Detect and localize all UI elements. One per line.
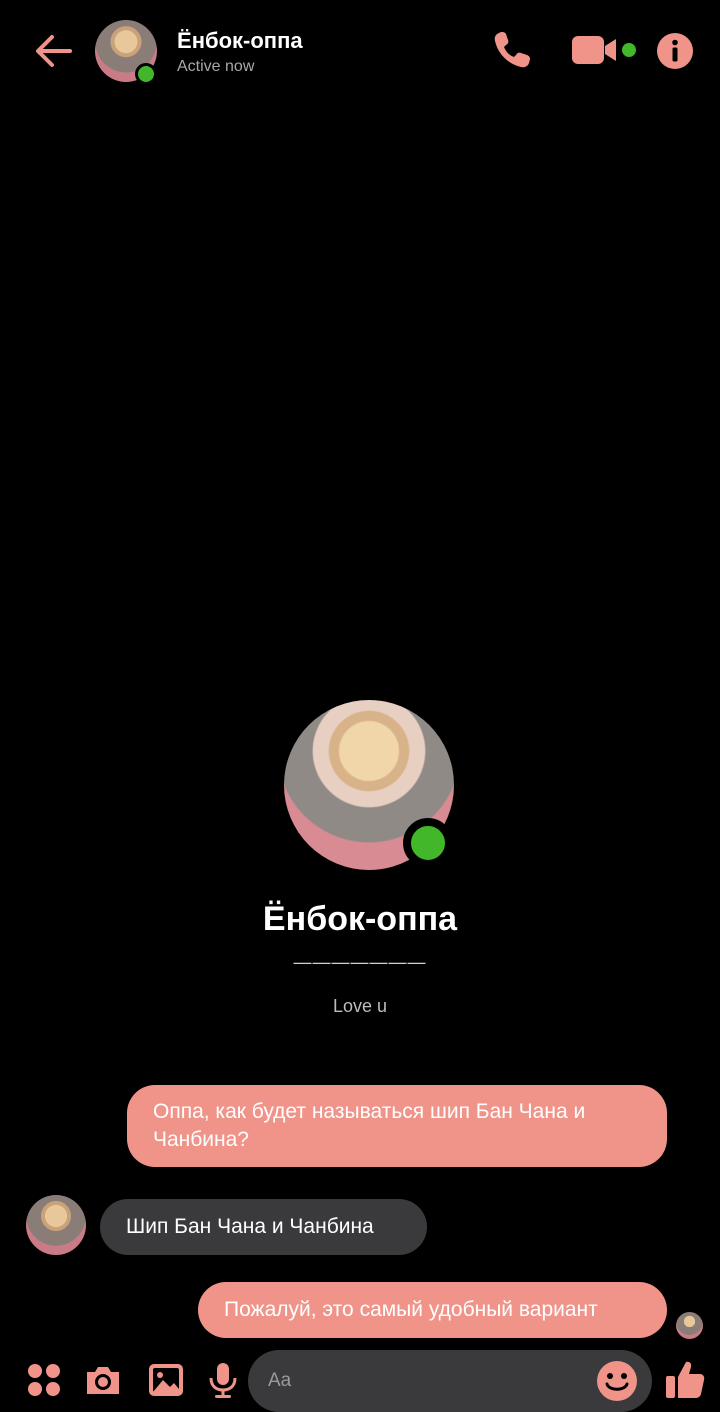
outgoing-message[interactable]: Оппа, как будет называться шип Бан Чана …	[127, 1085, 667, 1167]
camera-icon[interactable]	[83, 1360, 123, 1400]
profile-bio: Love u	[332, 996, 388, 1016]
profile-online-indicator	[403, 818, 453, 868]
emoji-icon[interactable]	[596, 1360, 638, 1402]
profile-name: Ёнбок-оппа	[262, 900, 458, 938]
apps-menu-icon[interactable]	[24, 1360, 64, 1400]
chat-header: Ёнбок-оппа Active now	[0, 0, 720, 110]
incoming-message[interactable]: Шип Бан Чана и Чанбина	[100, 1199, 427, 1255]
seen-indicator-avatar	[676, 1312, 703, 1339]
phone-icon[interactable]	[490, 28, 534, 72]
contact-status: Active now	[177, 58, 255, 75]
video-camera-icon[interactable]	[570, 33, 618, 67]
contact-name[interactable]: Ёнбок-оппа	[177, 28, 303, 54]
profile-divider-text: ———————	[293, 952, 427, 972]
info-icon[interactable]	[656, 32, 694, 70]
online-indicator	[135, 63, 157, 85]
outgoing-message[interactable]: Пожалуй, это самый удобный вариант	[198, 1282, 667, 1338]
thumbs-up-icon[interactable]	[664, 1358, 706, 1400]
back-arrow-icon[interactable]	[30, 28, 76, 74]
message-input-container[interactable]	[248, 1350, 652, 1412]
sender-avatar[interactable]	[26, 1195, 86, 1255]
microphone-icon[interactable]	[203, 1360, 243, 1400]
gallery-icon[interactable]	[146, 1360, 186, 1400]
message-input[interactable]	[268, 1350, 588, 1412]
video-active-dot	[622, 43, 636, 57]
